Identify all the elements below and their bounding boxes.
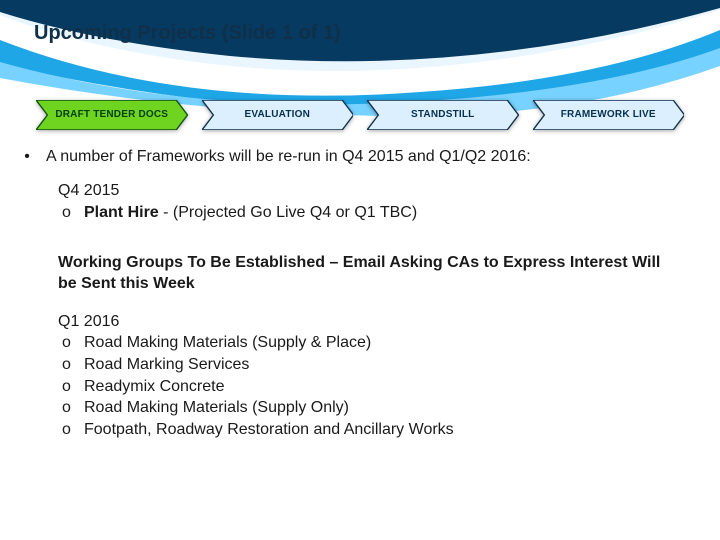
q1-heading: Q1 2016 [58, 311, 688, 333]
item-text: Road Making Materials (Supply & Place) [84, 334, 371, 351]
item-rest: - (Projected Go Live Q4 or Q1 TBC) [159, 204, 417, 221]
q4-list: Plant Hire - (Projected Go Live Q4 or Q1… [60, 202, 688, 224]
item-text: Readymix Concrete [84, 378, 225, 395]
list-item: Readymix Concrete [60, 376, 688, 398]
stage-label: DRAFT TENDER DOCS [41, 110, 182, 121]
item-text: Road Marking Services [84, 356, 249, 373]
stage-label: EVALUATION [230, 110, 324, 121]
main-bullet: • A number of Frameworks will be re-run … [20, 148, 688, 166]
q1-block: Q1 2016 Road Making Materials (Supply & … [58, 311, 688, 441]
stage-evaluation: EVALUATION [202, 100, 354, 130]
list-item: Road Making Materials (Supply & Place) [60, 332, 688, 354]
slide-title: Upcoming Projects (Slide 1 of 1) [34, 22, 341, 45]
list-item: Road Marking Services [60, 354, 688, 376]
item-text: Road Making Materials (Supply Only) [84, 399, 349, 416]
process-stage-bar: DRAFT TENDER DOCS EVALUATION STANDSTILL … [36, 100, 684, 130]
list-item: Footpath, Roadway Restoration and Ancill… [60, 419, 688, 441]
bullet-icon: • [20, 148, 34, 166]
stage-label: STANDSTILL [397, 110, 488, 121]
stage-framework-live: FRAMEWORK LIVE [533, 100, 685, 130]
q1-list: Road Making Materials (Supply & Place) R… [60, 332, 688, 440]
item-bold: Plant Hire [84, 204, 159, 221]
list-item: Plant Hire - (Projected Go Live Q4 or Q1… [60, 202, 688, 224]
body-content: • A number of Frameworks will be re-run … [20, 148, 688, 440]
working-groups-note: Working Groups To Be Established – Email… [58, 253, 678, 295]
main-bullet-text: A number of Frameworks will be re-run in… [46, 148, 531, 166]
list-item: Road Making Materials (Supply Only) [60, 397, 688, 419]
item-text: Footpath, Roadway Restoration and Ancill… [84, 421, 454, 438]
stage-standstill: STANDSTILL [367, 100, 519, 130]
stage-draft-tender-docs: DRAFT TENDER DOCS [36, 100, 188, 130]
q4-block: Q4 2015 Plant Hire - (Projected Go Live … [58, 180, 688, 223]
stage-label: FRAMEWORK LIVE [547, 110, 670, 121]
slide: Upcoming Projects (Slide 1 of 1) DRAFT T… [0, 0, 720, 540]
q4-heading: Q4 2015 [58, 180, 688, 202]
